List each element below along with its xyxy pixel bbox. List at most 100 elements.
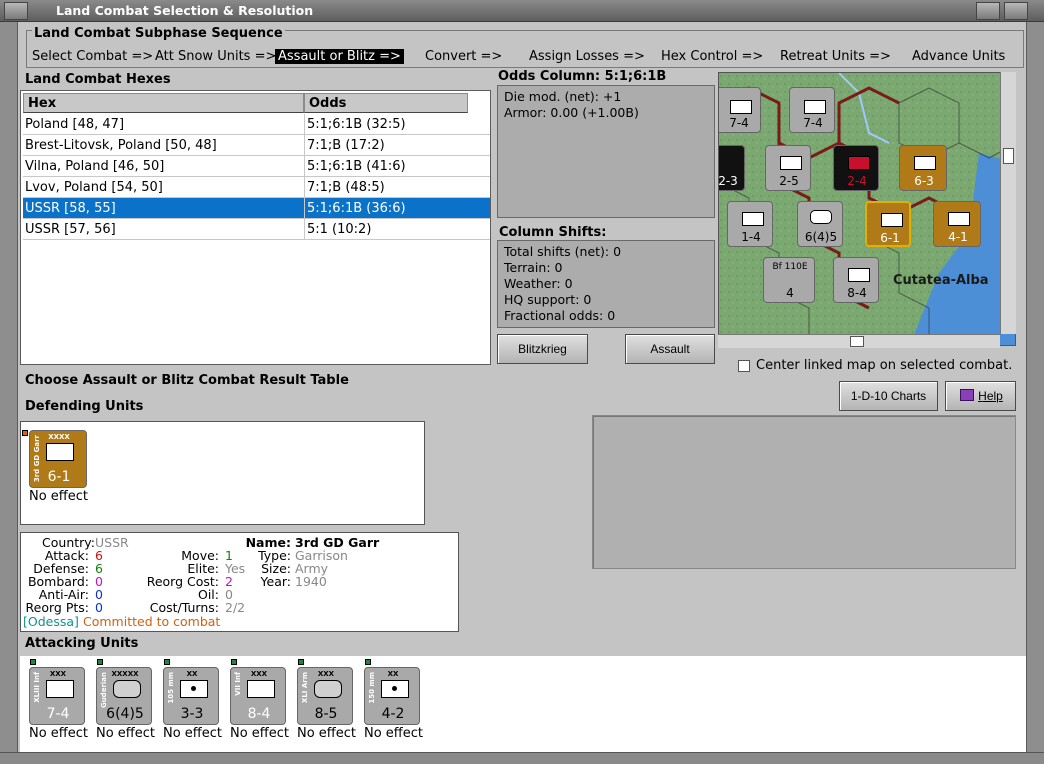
weather-shift: Weather: 0 (504, 276, 573, 291)
table-row-selected[interactable]: USSR [58, 55] 5:1;6:1B (36:6) (23, 198, 490, 219)
infantry-icon (804, 100, 826, 114)
terrain-shift: Terrain: 0 (504, 260, 563, 275)
map-counter[interactable]: 2-5 (765, 145, 811, 191)
odds-title: Odds Column: 5:1;6:1B (498, 69, 667, 84)
seq-step-assign-losses: Assign Losses => (529, 49, 645, 64)
infantry-icon (914, 156, 936, 170)
infantry-icon (848, 268, 870, 282)
unit-pin (164, 659, 170, 665)
map-counter[interactable]: Bf 110E 4 (763, 257, 815, 303)
map-counter[interactable]: 2-4 (833, 145, 879, 191)
assault-button[interactable]: Assault (625, 334, 715, 364)
hex-cell: Poland [48, 47] (25, 117, 125, 132)
sequence-title: Land Combat Subphase Sequence (32, 26, 285, 41)
map-city-label: Cutatea-Alba (893, 273, 989, 288)
artillery-icon (180, 680, 208, 698)
armor-icon (314, 680, 342, 698)
soviet-infantry-icon (848, 156, 870, 170)
attacking-unit-counter[interactable]: XX 105 mm 3-3 (163, 667, 219, 725)
map-counter[interactable]: 6-3 (899, 145, 947, 191)
table-row[interactable]: Vilna, Poland [46, 50] 5:1;6:1B (41:6) (23, 156, 490, 177)
unit-pin (365, 659, 371, 665)
center-link-checkbox[interactable] (738, 360, 750, 372)
hex-cell: Brest-Litovsk, Poland [50, 48] (25, 138, 217, 153)
choose-label: Choose Assault or Blitz Combat Result Ta… (25, 373, 349, 388)
attacking-unit-counter[interactable]: XXX XLI Arm 8-5 (297, 667, 353, 725)
infantry-icon (46, 443, 74, 461)
close-button[interactable] (1004, 2, 1028, 20)
map-counter[interactable]: 2-3 (719, 145, 745, 191)
unit-info-panel: Country: USSR Attack: 6 Defense: 6 Bombard:… (20, 532, 459, 632)
infantry-icon (881, 213, 903, 227)
seq-step-att-snow: Att Snow Units => (155, 49, 277, 64)
hex-cell: USSR [57, 56] (25, 222, 116, 237)
table-row[interactable]: Poland [48, 47] 5:1;6:1B (32:5) (23, 114, 490, 135)
column-header-odds[interactable]: Odds (304, 93, 468, 113)
attacking-unit-counter[interactable]: XXXXX Guderian 6(4)5 (96, 667, 152, 725)
seq-step-retreat: Retreat Units => (780, 49, 891, 64)
charts-button[interactable]: 1-D-10 Charts (839, 381, 938, 411)
odds-cell: 7:1;B (17:2) (304, 135, 469, 156)
combat-status-text: Committed to combat (83, 614, 221, 629)
help-button[interactable]: Help (945, 381, 1016, 411)
table-row[interactable]: Lvov, Poland [54, 50] 7:1;B (48:5) (23, 177, 490, 198)
title-bar: Land Combat Selection & Resolution (0, 0, 1044, 22)
map-counter[interactable]: 7-4 (719, 87, 761, 133)
odds-cell: 5:1;6:1B (32:5) (304, 114, 469, 135)
odds-cell: 5:1;6:1B (36:6) (304, 198, 469, 219)
attacking-unit-status: No effect (163, 726, 223, 741)
hexes-title: Land Combat Hexes (25, 72, 171, 87)
linked-map[interactable]: 7-4 7-4 2-3 2-5 2-4 6-3 1-4 6(4)5 6-1 4-… (718, 72, 1016, 346)
seq-step-convert: Convert => (425, 49, 503, 64)
armor-icon (113, 680, 141, 698)
window-menu-button[interactable] (4, 2, 28, 20)
odds-cell: 5:1 (10:2) (304, 219, 469, 240)
hex-cell: Lvov, Poland [54, 50] (25, 180, 163, 195)
infantry-icon (247, 680, 275, 698)
map-counter[interactable]: 4-1 (933, 201, 981, 247)
column-header-hex[interactable]: Hex (23, 93, 304, 113)
map-counter[interactable]: 7-4 (789, 87, 835, 133)
scroll-thumb[interactable] (850, 336, 864, 347)
hex-cell: USSR [58, 55] (25, 201, 116, 216)
shifts-title: Column Shifts: (499, 225, 607, 240)
odds-cell: 7:1;B (48:5) (304, 177, 469, 198)
help-book-icon (960, 389, 974, 401)
location-text: [Odessa] (23, 614, 79, 629)
attacking-title: Attacking Units (25, 636, 139, 651)
attacking-unit-counter[interactable]: XX 150 mm 4-2 (364, 667, 420, 725)
map-vertical-scrollbar[interactable] (1000, 72, 1016, 334)
bottom-border (0, 752, 1044, 764)
infantry-icon (46, 680, 74, 698)
attacking-unit-counter[interactable]: XXX VII Inf 8-4 (230, 667, 286, 725)
table-row[interactable]: USSR [57, 56] 5:1 (10:2) (23, 219, 490, 240)
help-label: Help (978, 389, 1003, 403)
defending-unit-counter[interactable]: XXXX 3rd GD Garr 6-1 (29, 430, 87, 488)
map-counter-selected[interactable]: 6-1 (865, 201, 911, 247)
table-row[interactable]: Brest-Litovsk, Poland [50, 48] 7:1;B (17:… (23, 135, 490, 156)
attacking-unit-counter[interactable]: XXX XLIII Inf 7-4 (29, 667, 85, 725)
scroll-thumb[interactable] (1003, 148, 1014, 164)
map-counter[interactable]: 6(4)5 (797, 201, 843, 247)
odds-box: Die mod. (net): +1 Armor: 0.00 (+1.00B) (497, 85, 715, 218)
map-counter[interactable]: 8-4 (833, 257, 879, 303)
die-mod: Die mod. (net): +1 (504, 89, 622, 104)
odds-cell: 5:1;6:1B (41:6) (304, 156, 469, 177)
seq-step-select-combat: Select Combat => (32, 49, 154, 64)
infantry-icon (730, 100, 752, 114)
seq-step-advance: Advance Units (912, 49, 1006, 64)
center-link-label: Center linked map on selected combat. (756, 358, 1013, 373)
blitzkrieg-button[interactable]: Blitzkrieg (497, 334, 588, 364)
map-counter[interactable]: 1-4 (727, 201, 773, 247)
infantry-icon (780, 156, 802, 170)
attacking-unit-status: No effect (364, 726, 424, 741)
attacking-unit-status: No effect (297, 726, 357, 741)
unit-pin (97, 659, 103, 665)
map-horizontal-scrollbar[interactable] (718, 334, 1000, 348)
unit-pin (30, 659, 36, 665)
infantry-icon (948, 212, 970, 226)
attacking-unit-status: No effect (29, 726, 89, 741)
minimize-button[interactable] (976, 2, 1000, 20)
window-title: Land Combat Selection & Resolution (56, 3, 314, 18)
right-border (1026, 22, 1044, 764)
